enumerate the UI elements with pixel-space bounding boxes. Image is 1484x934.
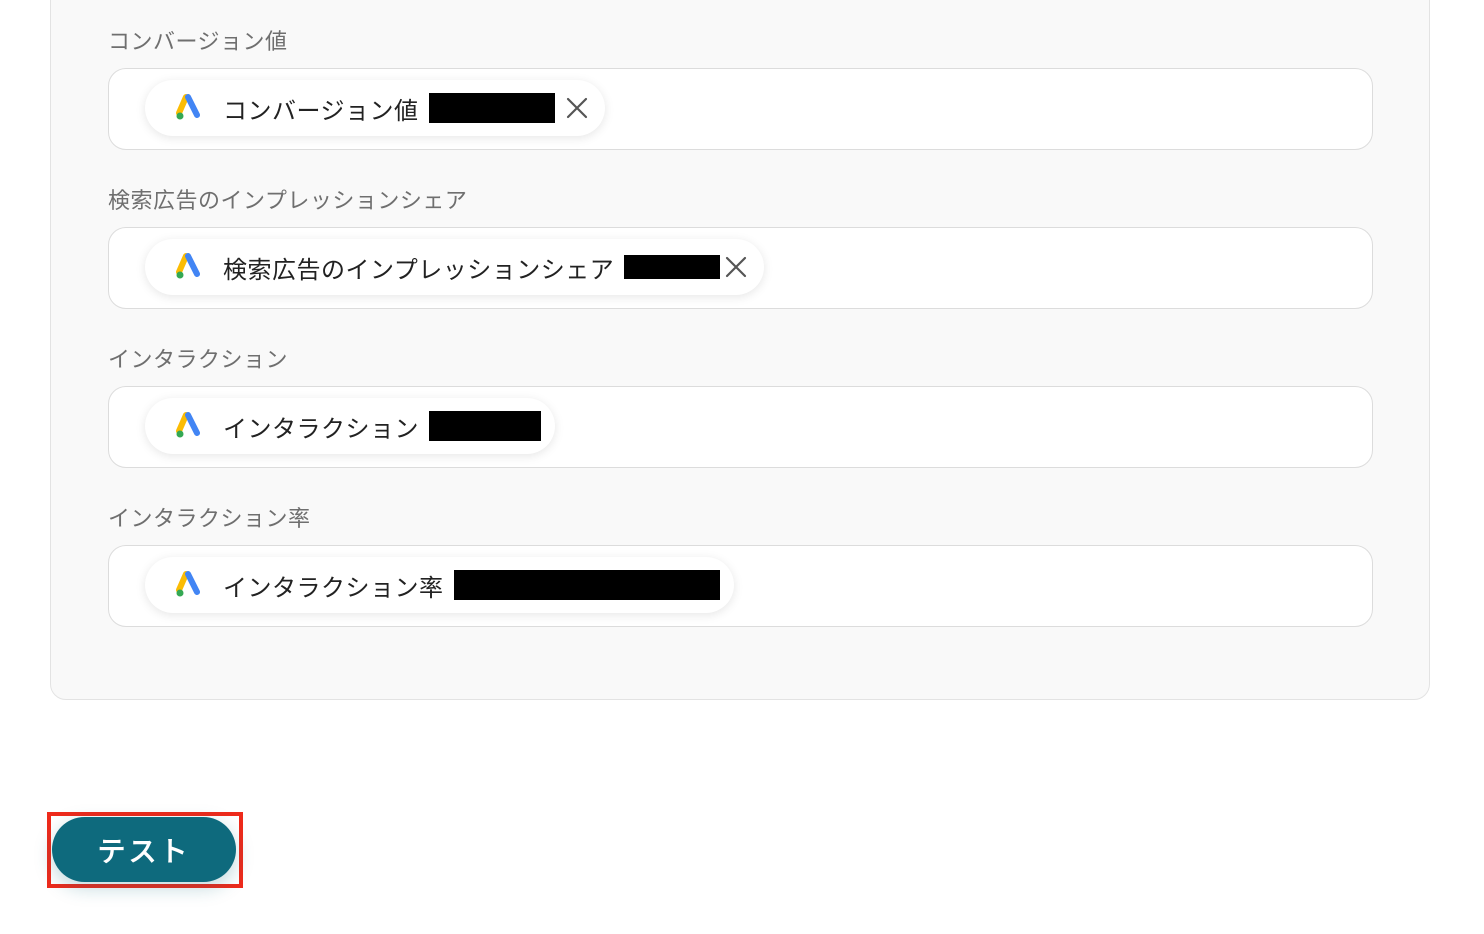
chip-label: 検索広告のインプレッションシェア [223, 255, 615, 284]
field-label-search-impression-share: 検索広告のインプレッションシェア [108, 189, 468, 214]
field-label-interaction: インタラクション [108, 348, 289, 373]
variable-chip[interactable]: インタラクション率 [145, 557, 734, 613]
google-ads-icon [176, 253, 200, 279]
redacted-value [624, 255, 721, 279]
chip-label: コンバージョン値 [223, 96, 419, 125]
variable-chip[interactable]: インタラクション [145, 398, 555, 454]
redacted-value [453, 570, 720, 600]
chip-label: インタラクション [223, 414, 419, 443]
google-ads-icon [176, 571, 200, 597]
google-ads-icon [176, 412, 200, 438]
redacted-value [429, 411, 541, 441]
field-input-interaction-rate[interactable]: インタラクション率 [108, 545, 1373, 627]
field-input-interaction[interactable]: インタラクション [108, 386, 1373, 468]
variable-chip[interactable]: コンバージョン値 [145, 80, 605, 136]
test-button[interactable]: テスト [52, 817, 236, 882]
variable-chip[interactable]: 検索広告のインプレッションシェア [145, 239, 765, 295]
close-icon[interactable] [722, 253, 750, 281]
redacted-value [428, 93, 555, 123]
chip-label: インタラクション率 [223, 573, 444, 602]
field-label-conversion-value: コンバージョン値 [108, 30, 288, 55]
field-label-interaction-rate: インタラクション率 [108, 507, 311, 532]
field-input-search-impression-share[interactable]: 検索広告のインプレッションシェア [108, 227, 1373, 309]
field-input-conversion-value[interactable]: コンバージョン値 [108, 68, 1373, 150]
close-icon[interactable] [563, 94, 591, 122]
google-ads-icon [176, 94, 200, 120]
